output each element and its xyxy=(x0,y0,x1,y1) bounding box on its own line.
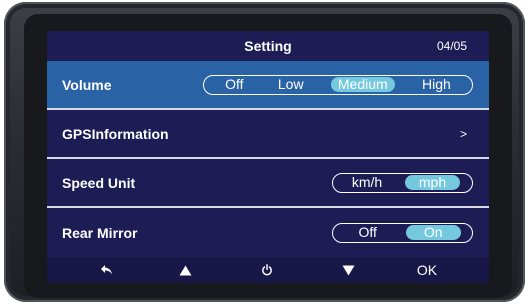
gps-information-row[interactable]: GPSInformation > xyxy=(47,110,489,157)
chevron-right-icon: > xyxy=(459,126,467,141)
power-icon[interactable] xyxy=(252,257,282,283)
rear-mirror-label: Rear Mirror xyxy=(62,224,138,241)
footer-nav: OK xyxy=(47,257,489,283)
volume-label: Volume xyxy=(62,76,112,93)
speed-unit-label: Speed Unit xyxy=(62,174,136,191)
speed-unit-row[interactable]: Speed Unit km/h mph xyxy=(47,159,489,206)
rear-mirror-option-on[interactable]: On xyxy=(405,225,461,240)
rear-mirror-option-off[interactable]: Off xyxy=(344,225,390,240)
down-arrow-icon[interactable] xyxy=(333,257,363,283)
rear-mirror-selector[interactable]: Off On xyxy=(332,222,473,243)
gps-information-label: GPSInformation xyxy=(62,125,169,142)
divider xyxy=(47,206,489,208)
speed-unit-option-mph[interactable]: mph xyxy=(404,175,461,190)
ok-button[interactable]: OK xyxy=(409,257,445,283)
page-indicator: 04/05 xyxy=(436,39,467,53)
header: Setting 04/05 xyxy=(47,31,489,61)
volume-option-high[interactable]: High xyxy=(415,77,458,92)
speed-unit-option-kmh[interactable]: km/h xyxy=(345,175,389,190)
speed-unit-selector[interactable]: km/h mph xyxy=(332,172,473,193)
settings-screen: Setting 04/05 Volume Off Low Medium High… xyxy=(47,31,489,283)
volume-option-medium[interactable]: Medium xyxy=(330,77,395,92)
volume-option-off[interactable]: Off xyxy=(218,77,250,92)
rear-mirror-row[interactable]: Rear Mirror Off On xyxy=(47,209,489,256)
volume-selector[interactable]: Off Low Medium High xyxy=(203,74,473,95)
back-icon[interactable] xyxy=(92,257,122,283)
up-arrow-icon[interactable] xyxy=(170,257,200,283)
page-title: Setting xyxy=(244,38,292,54)
volume-option-low[interactable]: Low xyxy=(271,77,311,92)
volume-row[interactable]: Volume Off Low Medium High xyxy=(47,61,489,108)
